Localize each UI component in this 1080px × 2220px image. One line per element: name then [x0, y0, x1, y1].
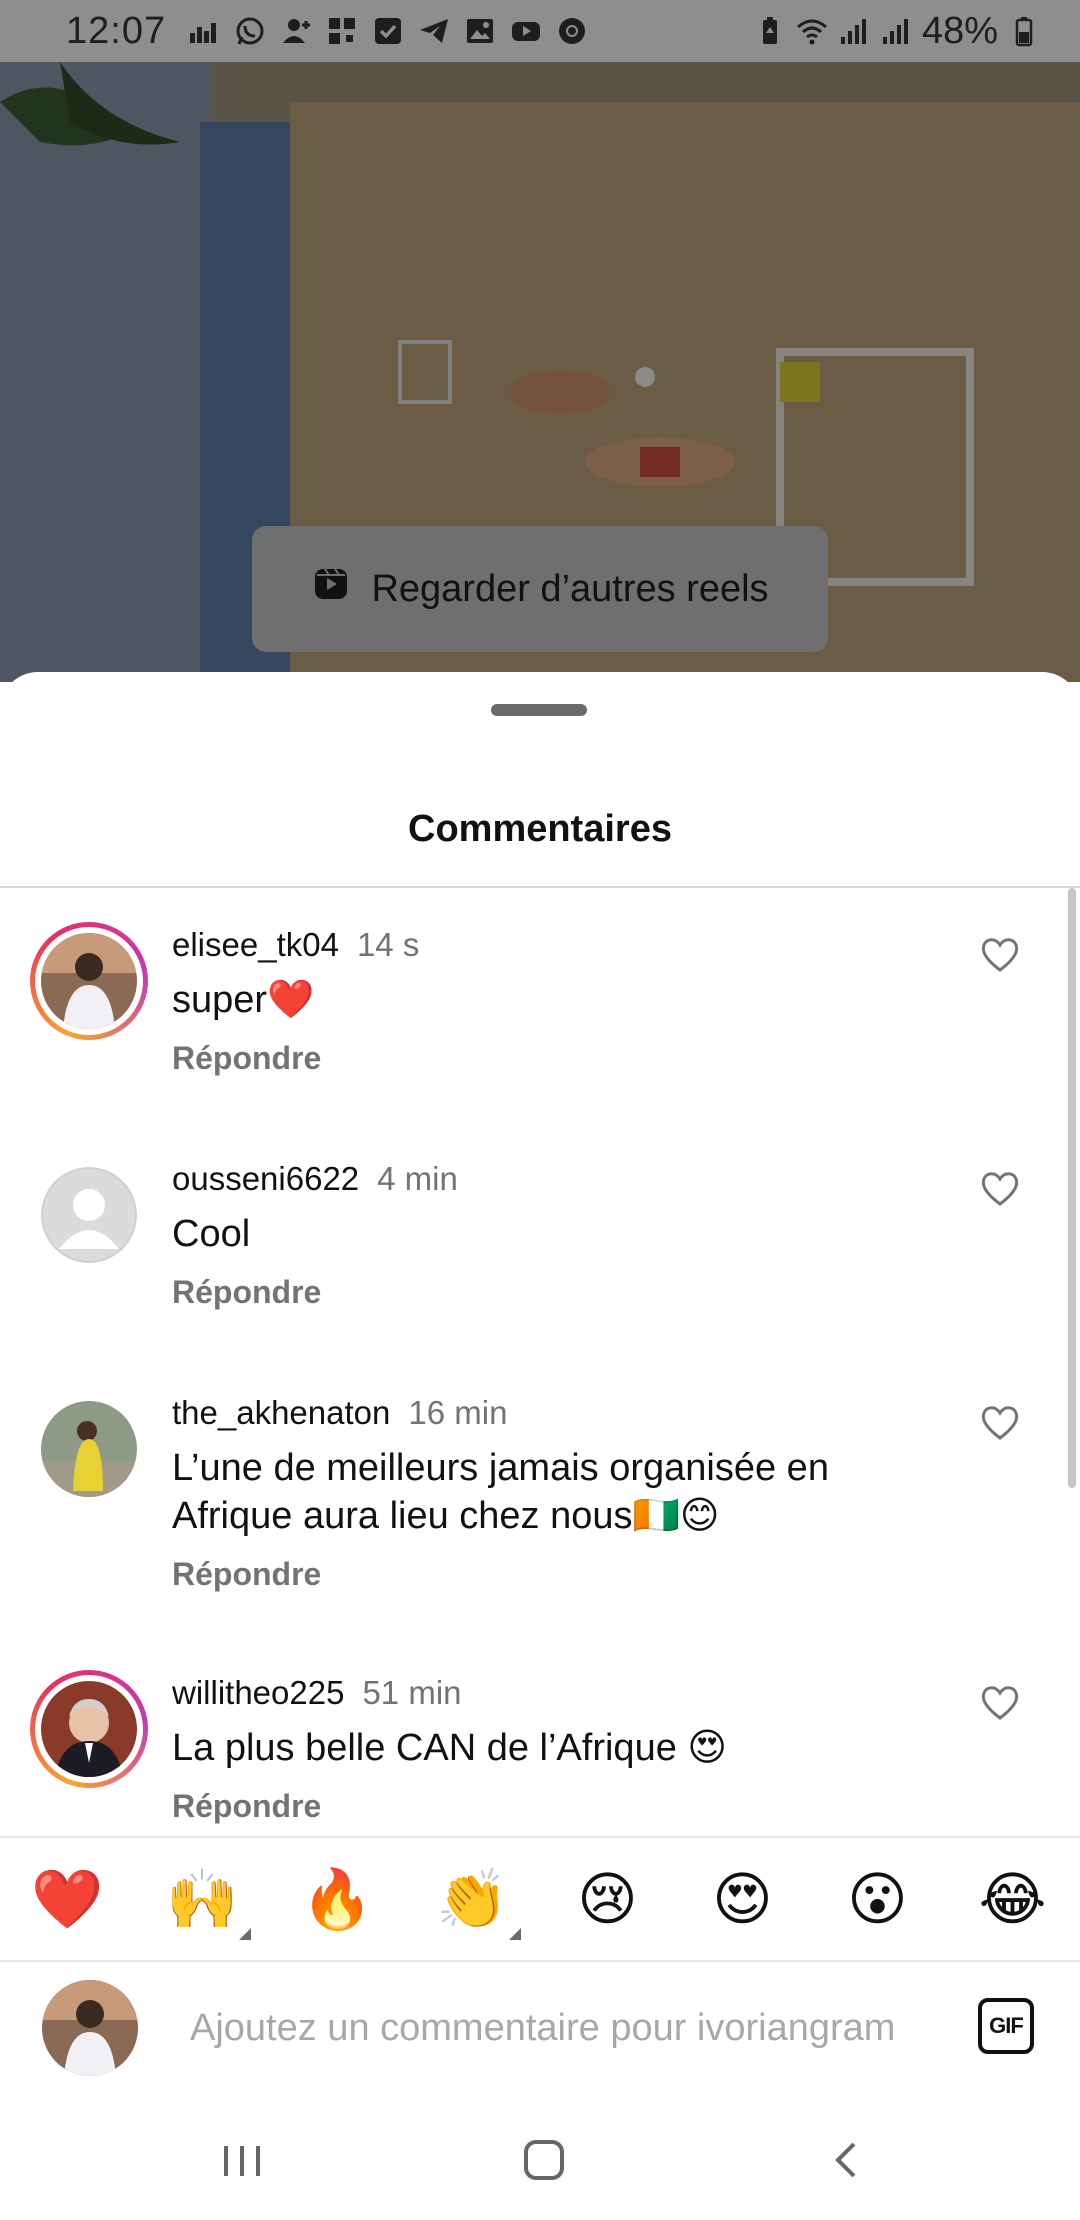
chrome-icon [556, 15, 588, 47]
back-icon[interactable] [818, 2130, 878, 2190]
add-person-icon [280, 15, 312, 47]
skin-tone-indicator [508, 1928, 521, 1940]
heart-icon[interactable] [978, 1166, 1022, 1210]
battery-percent: 48% [921, 9, 998, 52]
reply-button[interactable]: Répondre [172, 1556, 321, 1593]
recent-apps-icon[interactable] [212, 2130, 272, 2190]
avatar-story-ring[interactable] [30, 922, 148, 1040]
heart-icon[interactable] [978, 1400, 1022, 1444]
sheet-drag-handle[interactable] [491, 704, 587, 716]
comment-time: 51 min [362, 1674, 462, 1711]
comment-username[interactable]: willitheo225 [172, 1674, 344, 1711]
status-time: 12:07 [66, 9, 167, 52]
watch-more-reels-label: Regarder d’autres reels [371, 567, 769, 610]
data-saver-icon [188, 15, 220, 47]
telegram-icon [418, 15, 450, 47]
emoji-raising-hands[interactable]: 🙌 [153, 1864, 253, 1940]
scrollbar[interactable] [1068, 888, 1076, 1488]
home-icon[interactable] [514, 2130, 574, 2190]
comment-text: L’une de meilleurs jamais organisée en A… [172, 1447, 829, 1537]
comment-text: Cool [172, 1213, 251, 1255]
comment-time: 4 min [377, 1160, 458, 1197]
battery-saver-icon [754, 15, 786, 47]
comment-username-row[interactable]: the_akhenaton 16 min [172, 1394, 507, 1432]
comment-text: La plus belle CAN de l’Afrique 😍 [172, 1727, 728, 1769]
comment-username-row[interactable]: ousseni6622 4 min [172, 1160, 458, 1198]
emoji-quick-reactions: ❤️ 🙌 🔥 👏 😢 😍 😮 😂 [0, 1836, 1080, 1962]
qr-grid-icon [326, 15, 358, 47]
comment-username[interactable]: the_akhenaton [172, 1394, 390, 1431]
battery-icon [1008, 15, 1040, 47]
whatsapp-icon [234, 15, 266, 47]
emoji-crying[interactable]: 😢 [558, 1864, 658, 1934]
signal-icon [880, 15, 912, 47]
own-avatar [42, 1980, 138, 2076]
default-avatar-icon [41, 1167, 137, 1263]
emoji-laughing[interactable]: 😂 [963, 1864, 1063, 1934]
watch-more-reels-button[interactable]: Regarder d’autres reels [252, 526, 828, 652]
gif-label: GIF [989, 2013, 1024, 2038]
comment-username-row[interactable]: willitheo225 51 min [172, 1674, 462, 1712]
wifi-icon [796, 15, 828, 47]
comment-username[interactable]: elisee_tk04 [172, 926, 339, 963]
emoji-raising-hands-glyph: 🙌 [166, 1865, 239, 1933]
comment-composer: GIF [0, 1962, 1080, 2094]
emoji-heart-eyes[interactable]: 😍 [693, 1864, 793, 1934]
avatar-story-ring[interactable] [30, 1670, 148, 1788]
comment-list[interactable]: elisee_tk04 14 s super❤️ Répondre ousseni… [0, 888, 1080, 1910]
comment-input[interactable] [190, 2000, 930, 2056]
comment-username[interactable]: ousseni6622 [172, 1160, 359, 1197]
reply-button[interactable]: Répondre [172, 1788, 321, 1825]
comment-text: super❤️ [172, 979, 315, 1021]
avatar-wrapper[interactable] [30, 1390, 148, 1508]
signal-icon [838, 15, 870, 47]
avatar [41, 1681, 137, 1777]
reply-button[interactable]: Répondre [172, 1040, 321, 1077]
emoji-clapping[interactable]: 👏 [423, 1864, 523, 1940]
reply-button[interactable]: Répondre [172, 1274, 321, 1311]
youtube-icon [510, 15, 542, 47]
avatar-wrapper[interactable] [30, 1156, 148, 1274]
gif-button[interactable]: GIF [978, 1998, 1034, 2054]
avatar [41, 1401, 137, 1497]
emoji-clapping-glyph: 👏 [436, 1865, 509, 1933]
skin-tone-indicator [238, 1928, 251, 1940]
checkbox-icon [372, 15, 404, 47]
heart-icon[interactable] [978, 1680, 1022, 1724]
gallery-icon [464, 15, 496, 47]
status-bar: 12:07 48% [0, 0, 1080, 62]
comment-username-row[interactable]: elisee_tk04 14 s [172, 926, 419, 964]
sheet-title: Commentaires [408, 808, 672, 850]
comment-time: 16 min [408, 1394, 508, 1431]
reels-icon [311, 564, 351, 614]
emoji-heart[interactable]: ❤️ [18, 1864, 118, 1934]
avatar [41, 933, 137, 1029]
comment-time: 14 s [356, 926, 420, 963]
system-navigation-bar [0, 2094, 1080, 2220]
heart-icon[interactable] [978, 932, 1022, 976]
emoji-surprised[interactable]: 😮 [828, 1864, 928, 1934]
emoji-fire[interactable]: 🔥 [288, 1864, 388, 1934]
